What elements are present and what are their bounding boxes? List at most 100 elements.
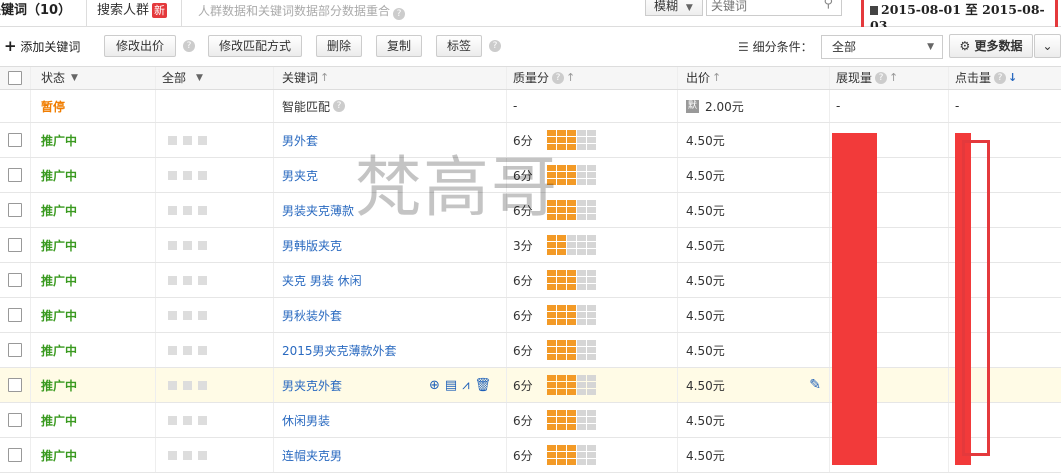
table-row[interactable]: 推广中 2015男夹克薄款外套 6分 4.50元: [0, 333, 1061, 368]
status-active[interactable]: 推广中: [41, 202, 77, 219]
quality-score-bar: [546, 445, 596, 465]
quality-bar-cell: [566, 277, 576, 283]
header-keyword[interactable]: 关键词 ↑: [274, 67, 507, 89]
help-icon[interactable]: ?: [333, 100, 346, 112]
row-checkbox[interactable]: [8, 378, 22, 392]
tag-button[interactable]: 标签: [436, 35, 482, 57]
row-checkbox[interactable]: [8, 168, 22, 182]
bid-value[interactable]: 4.50元: [686, 447, 725, 464]
table-row[interactable]: 推广中 男秋装外套 6分 4.50元: [0, 298, 1061, 333]
keyword-link[interactable]: 男外套: [282, 132, 318, 149]
status-active[interactable]: 推广中: [41, 412, 77, 429]
table-row[interactable]: 推广中 男夹克 6分 4.50元: [0, 158, 1061, 193]
row-checkbox[interactable]: [8, 133, 22, 147]
row-checkbox[interactable]: [8, 308, 22, 322]
keyword-link[interactable]: 休闲男装: [282, 412, 330, 429]
row-checkbox[interactable]: [8, 273, 22, 287]
help-icon[interactable]: ?: [552, 72, 565, 84]
more-data-dropdown[interactable]: ⌄: [1034, 34, 1061, 58]
search-icon[interactable]: ⚲: [823, 0, 833, 11]
copy-button[interactable]: 复制: [376, 35, 422, 57]
status-active[interactable]: 推广中: [41, 167, 77, 184]
more-data-button[interactable]: ⚙ 更多数据: [949, 34, 1033, 58]
keyword-link[interactable]: 男韩版夹克: [282, 237, 342, 254]
header-all[interactable]: 全部 ▼: [156, 67, 274, 89]
bid-value[interactable]: 4.50元: [686, 412, 725, 429]
status-active[interactable]: 推广中: [41, 447, 77, 464]
header-quality[interactable]: 质量分 ? ↑: [507, 67, 678, 89]
edit-pencil-icon[interactable]: ✎: [809, 377, 821, 393]
bid-value[interactable]: 4.50元: [686, 202, 725, 219]
table-row[interactable]: 推广中 男装夹克薄款 6分 4.50元: [0, 193, 1061, 228]
trash-icon[interactable]: 🗑: [475, 378, 492, 393]
bid-value[interactable]: 4.50元: [686, 132, 725, 149]
keyword-link[interactable]: 男夹克: [282, 167, 318, 184]
quality-bar-cell: [566, 144, 576, 150]
bid-value[interactable]: 4.50元: [686, 342, 725, 359]
modify-match-button[interactable]: 修改匹配方式: [208, 35, 302, 57]
report-icon[interactable]: ▤: [445, 378, 457, 393]
table-row[interactable]: 推广中 男夹克外套 ⊕ ▤ ⩘ 🗑 6分 4.50元 ✎: [0, 368, 1061, 403]
filter-select[interactable]: 全部 ▼: [821, 35, 943, 59]
quality-bar-cell: [556, 214, 566, 220]
keyword-link[interactable]: 男夹克外套: [282, 377, 342, 394]
row-checkbox[interactable]: [8, 343, 22, 357]
status-active[interactable]: 推广中: [41, 342, 77, 359]
tab-search-crowd[interactable]: 搜索人群新: [86, 0, 182, 26]
help-icon[interactable]: ?: [183, 40, 195, 52]
row-checkbox[interactable]: [8, 448, 22, 462]
status-active[interactable]: 推广中: [41, 307, 77, 324]
tab-keywords[interactable]: 关键词（10）: [0, 0, 74, 26]
keyword-link[interactable]: 连帽夹克男: [282, 447, 342, 464]
help-icon[interactable]: ?: [489, 40, 501, 52]
quality-bar-cell: [556, 179, 566, 185]
trend-chart-icon[interactable]: ⩘: [462, 378, 469, 393]
row-checkbox-cell: [0, 193, 31, 227]
keyword-link[interactable]: 男装夹克薄款: [282, 202, 354, 219]
impressions-value: -: [836, 99, 841, 113]
placeholder-block: [168, 380, 177, 390]
delete-button[interactable]: 删除: [316, 35, 362, 57]
quality-bar-cell: [566, 235, 576, 241]
bid-value[interactable]: 4.50元: [686, 307, 725, 324]
modify-bid-button[interactable]: 修改出价: [104, 35, 176, 57]
keyword-search-input[interactable]: [707, 0, 815, 17]
bid-value[interactable]: 4.50元: [686, 377, 725, 394]
bid-value[interactable]: 4.50元: [686, 167, 725, 184]
bid-value[interactable]: 4.50元: [686, 237, 725, 254]
help-icon[interactable]: ?: [393, 8, 406, 20]
row-checkbox[interactable]: [8, 238, 22, 252]
quality-bar-cell: [546, 242, 556, 248]
add-keyword-button[interactable]: + 添加关键词: [0, 35, 80, 57]
quality-bar-cell: [556, 200, 566, 206]
row-checkbox[interactable]: [8, 413, 22, 427]
table-row[interactable]: 推广中 男韩版夹克 3分 4.50元: [0, 228, 1061, 263]
keyword-link[interactable]: 男秋装外套: [282, 307, 342, 324]
bid-value[interactable]: 2.00元: [705, 98, 744, 115]
status-active[interactable]: 推广中: [41, 237, 77, 254]
table-row[interactable]: 推广中 男外套 6分 4.50元: [0, 123, 1061, 158]
row-checkbox[interactable]: [8, 203, 22, 217]
header-clicks[interactable]: 点击量 ? ↓: [949, 67, 1061, 89]
keyword-link[interactable]: 夹克 男装 休闲: [282, 272, 362, 289]
header-impressions[interactable]: 展现量 ? ↑: [830, 67, 949, 89]
quality-bar-cell: [546, 249, 556, 255]
globe-icon[interactable]: ⊕: [429, 378, 440, 393]
help-icon[interactable]: ?: [875, 72, 888, 84]
status-active[interactable]: 推广中: [41, 272, 77, 289]
quality-bar-cell: [546, 179, 556, 185]
match-mode-select[interactable]: 模糊 ▼: [645, 0, 703, 16]
table-row[interactable]: 推广中 连帽夹克男 6分 4.50元: [0, 438, 1061, 473]
table-row[interactable]: 推广中 夹克 男装 休闲 6分 4.50元: [0, 263, 1061, 298]
header-bid[interactable]: 出价 ↑: [678, 67, 830, 89]
keyword-link[interactable]: 2015男夹克薄款外套: [282, 342, 397, 359]
select-all-checkbox[interactable]: [8, 71, 22, 85]
status-active[interactable]: 推广中: [41, 377, 77, 394]
help-icon[interactable]: ?: [994, 72, 1007, 84]
bid-value[interactable]: 4.50元: [686, 272, 725, 289]
status-active[interactable]: 推广中: [41, 132, 77, 149]
status-paused[interactable]: 暂停: [41, 98, 65, 115]
quality-value: 6分: [513, 378, 533, 393]
header-status[interactable]: 状态 ▼: [31, 67, 156, 89]
table-row[interactable]: 推广中 休闲男装 6分 4.50元: [0, 403, 1061, 438]
